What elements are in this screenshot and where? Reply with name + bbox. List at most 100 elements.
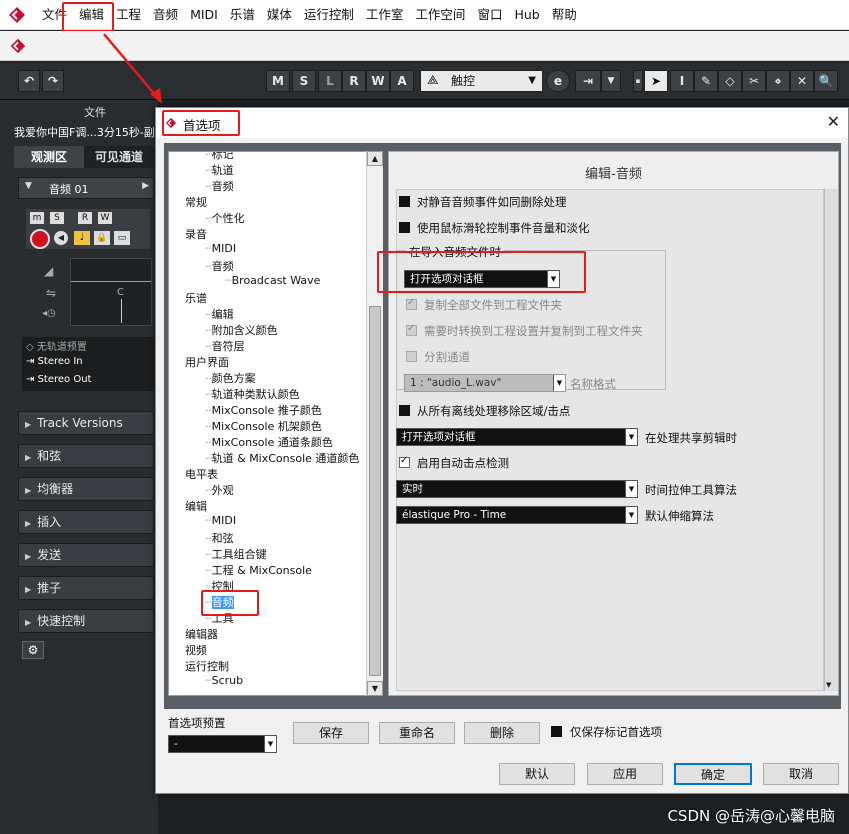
zoom-tool-icon[interactable]: 🔍 [814, 70, 838, 92]
tree-item[interactable]: ┈外观 [205, 482, 234, 498]
menu-workspace[interactable]: 工作空间 [409, 0, 471, 30]
menu-window[interactable]: 窗口 [471, 0, 508, 30]
edit-mode-button[interactable]: e [546, 70, 570, 92]
draw-tool-icon[interactable]: ✎ [694, 70, 718, 92]
solo-track-button[interactable]: S [50, 212, 64, 224]
tree-item[interactable]: ┈Broadcast Wave [225, 274, 320, 287]
tree-item[interactable]: 电平表 [185, 466, 218, 482]
tree-item[interactable]: ┈音频 [205, 178, 234, 194]
settings-scrollbar[interactable]: ▼ [824, 189, 838, 691]
wheel-volume-checkbox[interactable] [399, 222, 410, 233]
section-chords[interactable]: ▶ 和弦 [18, 444, 154, 468]
tree-item[interactable]: ┈个性化 [205, 210, 245, 226]
track-preset[interactable]: ◇ 无轨道预置 [26, 338, 87, 353]
mute-tool-icon[interactable]: ✕ [790, 70, 814, 92]
listen-button[interactable]: L [318, 70, 342, 92]
read-button[interactable]: R [342, 70, 366, 92]
section-equalizer[interactable]: ▶ 均衡器 [18, 477, 154, 501]
scroll-up-icon[interactable]: ▲ [367, 151, 383, 166]
tree-item[interactable]: ┈音频 [205, 258, 234, 274]
default-button[interactable]: 默认 [499, 763, 575, 785]
record-enable-icon[interactable] [30, 229, 50, 249]
tab-inspector[interactable]: 观测区 [14, 146, 84, 168]
menu-midi[interactable]: MIDI [184, 0, 224, 30]
section-inserts[interactable]: ▶ 插入 [18, 510, 154, 534]
section-quick-controls[interactable]: ▶ 快速控制 [18, 609, 154, 633]
rename-button[interactable]: 重命名 [379, 722, 455, 744]
snap-dropdown[interactable]: ▼ [601, 70, 621, 92]
input-routing[interactable]: ⇥ Stereo In [26, 356, 83, 367]
remove-regions-checkbox[interactable] [399, 405, 410, 416]
mute-track-button[interactable]: m [30, 212, 44, 224]
tree-item[interactable]: ┈MixConsole 推子颜色 [205, 402, 322, 418]
solo-button[interactable]: S [292, 70, 316, 92]
menu-hub[interactable]: Hub [508, 0, 545, 30]
monitor-icon[interactable]: ◀ [54, 231, 68, 245]
tree-item[interactable]: ┈Scrub [205, 674, 243, 687]
tree-item[interactable]: 运行控制 [185, 658, 229, 674]
track-header[interactable]: ▼ 音频 01 ▶ [18, 177, 154, 199]
menu-transport[interactable]: 运行控制 [298, 0, 360, 30]
tree-item[interactable]: ┈音符层 [205, 338, 245, 354]
lock-icon[interactable]: 🔒 [94, 231, 110, 245]
preferences-tree[interactable]: ┈标记 ┈轨道 ┈音频 常规 ┈个性化 录音 ┈MIDI ┈音频 ┈Broadcast Wave… [168, 151, 367, 696]
tree-item[interactable]: 常规 [185, 194, 207, 210]
undo-button[interactable]: ↶ [18, 70, 40, 92]
tree-item[interactable]: 录音 [185, 226, 207, 242]
menu-studio[interactable]: 工作室 [360, 0, 410, 30]
tree-item[interactable]: 用户界面 [185, 354, 229, 370]
copy-files-checkbox[interactable] [406, 297, 417, 310]
tree-item[interactable]: ┈MixConsole 机架颜色 [205, 418, 322, 434]
tree-item[interactable]: ┈MIDI [205, 242, 236, 255]
tree-item[interactable]: ┈附加含义颜色 [205, 322, 278, 338]
object-select-tool-icon[interactable]: ➤ [644, 70, 668, 92]
section-sends[interactable]: ▶ 发送 [18, 543, 154, 567]
close-icon[interactable]: ✕ [827, 112, 840, 131]
save-button[interactable]: 保存 [293, 722, 369, 744]
automation-button[interactable]: A [390, 70, 414, 92]
tree-item[interactable]: ┈轨道种类默认颜色 [205, 386, 300, 402]
tree-item[interactable]: ┈MIDI [205, 514, 236, 527]
menu-audio[interactable]: 音频 [147, 0, 184, 30]
warp-algorithm-dropdown[interactable]: élastique Pro - Time ▼ [396, 506, 638, 524]
split-tool-icon[interactable]: ✂ [742, 70, 766, 92]
shared-clip-dropdown[interactable]: 打开选项对话框 ▼ [396, 428, 638, 446]
lane-icon[interactable]: ▭ [114, 231, 130, 245]
automation-mode-dropdown[interactable]: ⟁ 触控 ▼ [420, 70, 543, 92]
timebase-icon[interactable]: ♩ [74, 231, 90, 245]
delete-button[interactable]: 删除 [464, 722, 540, 744]
tree-item[interactable]: 编辑 [185, 498, 207, 514]
ok-button[interactable]: 确定 [674, 763, 752, 785]
tree-scroll-thumb[interactable] [369, 306, 381, 676]
tree-item[interactable]: ┈工程 & MixConsole [205, 562, 312, 578]
scroll-down-icon[interactable]: ▼ [826, 681, 831, 689]
section-fader[interactable]: ▶ 推子 [18, 576, 154, 600]
section-track-versions[interactable]: ▶ Track Versions [18, 411, 154, 435]
redo-button[interactable]: ↷ [42, 70, 64, 92]
settings-gear-icon[interactable]: ⚙ [22, 641, 44, 659]
write-button[interactable]: W [366, 70, 390, 92]
only-marked-checkbox[interactable] [551, 726, 562, 737]
write-track-button[interactable]: W [98, 212, 112, 224]
tree-item[interactable]: 视频 [185, 642, 207, 658]
time-stretch-dropdown[interactable]: 实时 ▼ [396, 480, 638, 498]
menu-project[interactable]: 工程 [110, 0, 147, 30]
tree-item[interactable]: 乐谱 [185, 290, 207, 306]
volume-pan-display[interactable]: C [70, 258, 152, 326]
preset-dropdown[interactable]: - ▼ [168, 735, 277, 753]
range-tool-icon[interactable]: I [670, 70, 694, 92]
output-routing[interactable]: ⇥ Stereo Out [26, 374, 91, 385]
tab-visibility[interactable]: 可见通道 [84, 146, 154, 168]
tree-item[interactable]: ┈和弦 [205, 530, 234, 546]
menu-help[interactable]: 帮助 [546, 0, 583, 30]
tree-item[interactable]: ┈标记 [205, 152, 234, 162]
tree-item[interactable]: ┈MixConsole 通道条颜色 [205, 434, 333, 450]
glue-tool-icon[interactable]: ⋄ [766, 70, 790, 92]
scroll-down-icon[interactable]: ▼ [367, 681, 383, 696]
toolbar-grip[interactable]: ▪ [633, 70, 643, 92]
snap-button[interactable]: ⇥ [575, 70, 601, 92]
convert-files-checkbox[interactable] [406, 323, 417, 336]
channel-naming-dropdown[interactable]: 1 : "audio_L.wav" ▼ [404, 374, 566, 392]
mute-as-delete-checkbox[interactable] [399, 196, 410, 207]
apply-button[interactable]: 应用 [587, 763, 663, 785]
